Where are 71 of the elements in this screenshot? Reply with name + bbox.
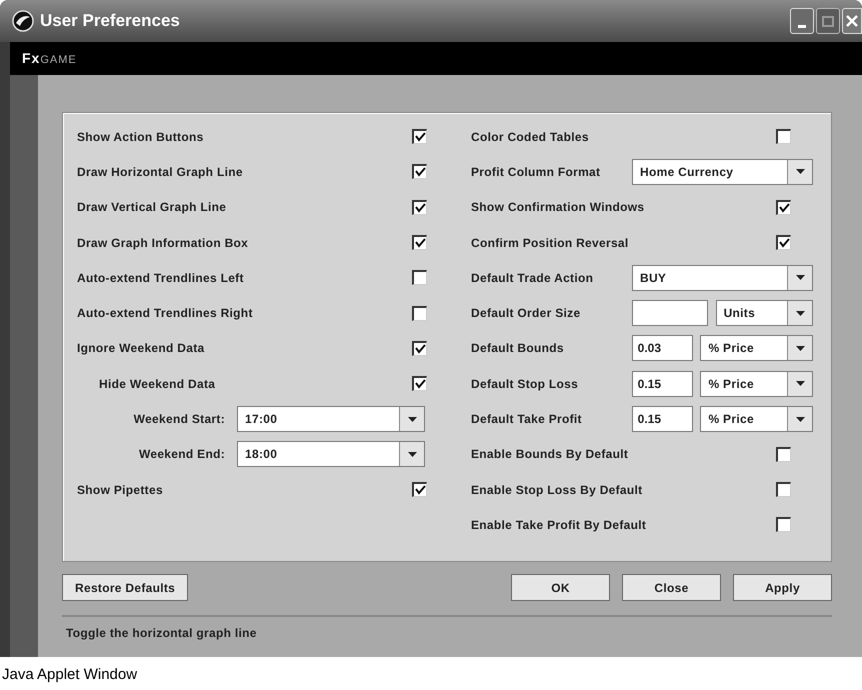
checkbox[interactable] bbox=[776, 482, 791, 498]
window-title: User Preferences bbox=[40, 10, 180, 32]
option-label: Draw Horizontal Graph Line bbox=[77, 164, 243, 181]
dropdown[interactable]: Home Currency bbox=[632, 158, 813, 185]
checkbox[interactable] bbox=[776, 446, 791, 462]
option-label: Draw Graph Information Box bbox=[77, 234, 248, 252]
dialog-button[interactable]: Close bbox=[622, 574, 721, 601]
caret-icon bbox=[408, 416, 416, 422]
checkbox[interactable] bbox=[412, 376, 427, 392]
option-label: Enable Take Profit By Default bbox=[471, 516, 646, 534]
dialog-button[interactable]: OK bbox=[511, 574, 610, 601]
dropdown[interactable]: % Price bbox=[700, 406, 814, 432]
option-label: Default Bounds bbox=[471, 340, 565, 358]
checkbox[interactable] bbox=[776, 129, 791, 144]
dropdown[interactable]: BUY bbox=[632, 264, 813, 291]
checkbox[interactable] bbox=[776, 517, 791, 532]
option-label: Ignore Weekend Data bbox=[77, 340, 205, 358]
dropdown[interactable]: 17:00 bbox=[237, 406, 425, 432]
input-field[interactable]: 0.15 bbox=[632, 370, 694, 397]
minimize-button[interactable] bbox=[790, 8, 814, 34]
caret-icon bbox=[408, 452, 416, 457]
checkbox[interactable] bbox=[776, 235, 791, 250]
option-label: Default Stop Loss bbox=[471, 376, 580, 393]
brand-logo: FxGAME bbox=[22, 49, 77, 68]
dropdown[interactable]: % Price bbox=[700, 370, 814, 397]
status-text: Toggle the horizontal graph line bbox=[66, 626, 257, 640]
dropdown[interactable]: 18:00 bbox=[237, 441, 425, 468]
input-field[interactable]: 0.15 bbox=[632, 406, 694, 432]
checkbox[interactable] bbox=[776, 200, 791, 215]
checkbox[interactable] bbox=[412, 200, 427, 215]
caret-icon bbox=[796, 346, 805, 351]
caret-icon bbox=[796, 310, 804, 316]
option-label: Weekend Start: bbox=[132, 411, 226, 428]
caret-icon bbox=[796, 381, 805, 386]
option-label: Default Trade Action bbox=[471, 270, 594, 287]
option-label: Hide Weekend Data bbox=[99, 376, 216, 393]
checkbox[interactable] bbox=[412, 164, 427, 180]
option-label: Auto-extend Trendlines Left bbox=[77, 270, 244, 287]
option-label: Default Take Profit bbox=[471, 411, 583, 428]
dialog-button[interactable]: Apply bbox=[733, 574, 832, 601]
caret-icon bbox=[796, 416, 805, 422]
option-label: Auto-extend Trendlines Right bbox=[77, 305, 253, 322]
option-label: Show Action Buttons bbox=[77, 128, 204, 146]
option-label: Weekend End: bbox=[138, 446, 226, 464]
maximize-button[interactable] bbox=[816, 8, 840, 34]
input-field[interactable] bbox=[632, 300, 708, 326]
checkbox[interactable] bbox=[412, 306, 427, 321]
option-label: Show Pipettes bbox=[77, 482, 163, 499]
dialog-button[interactable]: Restore Defaults bbox=[62, 574, 188, 601]
option-label: Enable Stop Loss By Default bbox=[471, 482, 642, 499]
dropdown[interactable]: % Price bbox=[700, 335, 814, 362]
app-icon bbox=[12, 10, 34, 32]
option-label: Default Order Size bbox=[471, 305, 582, 322]
option-label: Enable Bounds By Default bbox=[471, 446, 628, 464]
checkbox[interactable] bbox=[412, 235, 427, 250]
applet-label: Java Applet Window bbox=[2, 666, 138, 683]
caret-icon bbox=[796, 275, 804, 280]
dropdown[interactable]: Units bbox=[716, 300, 813, 326]
close-icon bbox=[845, 14, 859, 28]
option-label: Draw Vertical Graph Line bbox=[77, 199, 226, 216]
option-label: Confirm Position Reversal bbox=[471, 234, 629, 252]
caret-icon bbox=[796, 169, 804, 174]
close-button[interactable] bbox=[842, 8, 862, 34]
option-label: Show Confirmation Windows bbox=[471, 199, 644, 216]
checkbox[interactable] bbox=[412, 129, 427, 144]
option-label: Profit Column Format bbox=[471, 164, 602, 181]
checkbox[interactable] bbox=[412, 482, 427, 498]
option-label: Color Coded Tables bbox=[471, 128, 589, 146]
checkbox[interactable] bbox=[412, 340, 427, 356]
checkbox[interactable] bbox=[412, 270, 427, 286]
input-field[interactable]: 0.03 bbox=[632, 335, 694, 362]
